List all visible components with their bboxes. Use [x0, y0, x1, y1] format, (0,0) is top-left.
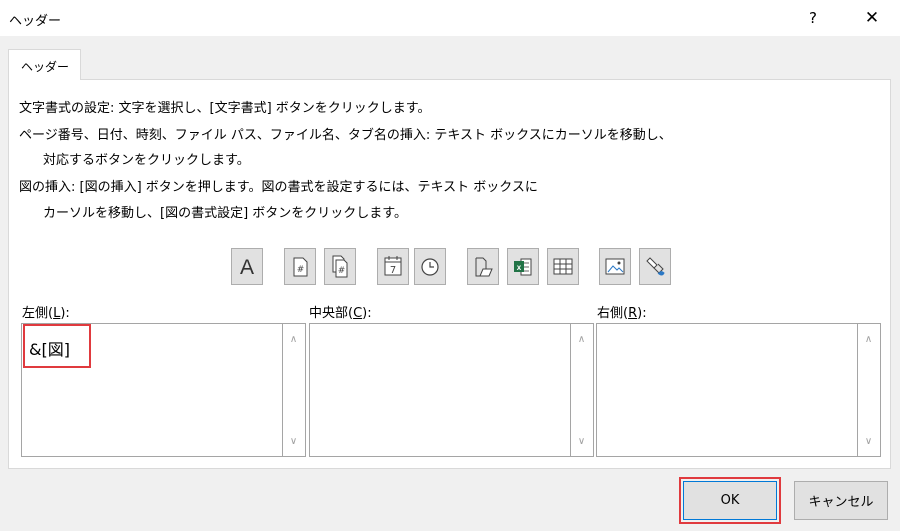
file-path-button[interactable] — [467, 248, 499, 285]
date-icon: 7 — [384, 256, 402, 276]
format-picture-icon — [646, 257, 665, 276]
dialog-title: ヘッダー — [9, 14, 62, 29]
file-path-icon — [475, 257, 493, 277]
close-button[interactable]: ✕ — [852, 2, 892, 34]
svg-text:#: # — [338, 266, 346, 276]
highlight-annotation — [23, 324, 91, 368]
title-bar: ヘッダー ? ✕ — [0, 0, 900, 36]
svg-text:A: A — [240, 256, 254, 279]
tab-header[interactable]: ヘッダー — [8, 49, 81, 80]
scroll-up-icon[interactable]: ∧ — [283, 330, 304, 348]
scroll-down-icon[interactable]: ∨ — [283, 432, 304, 450]
format-text-button[interactable]: A — [231, 248, 263, 285]
center-section-label: 中央部(C): — [309, 306, 372, 321]
help-button[interactable]: ? — [796, 2, 830, 34]
svg-text:x: x — [517, 263, 522, 272]
close-icon: ✕ — [864, 8, 880, 28]
page-number-button[interactable]: # — [284, 248, 316, 285]
left-section-label: 左側(L): — [22, 306, 70, 321]
number-of-pages-button[interactable]: # — [324, 248, 356, 285]
instruction-line-2: ページ番号、日付、時刻、ファイル パス、ファイル名、タブ名の挿入: テキスト ボ… — [19, 128, 672, 143]
scroll-down-icon[interactable]: ∨ — [858, 432, 879, 450]
sheet-name-icon — [553, 258, 573, 275]
right-section-label: 右側(R): — [597, 306, 647, 321]
svg-text:7: 7 — [390, 265, 396, 276]
center-scrollbar[interactable]: ∧ ∨ — [570, 324, 593, 456]
page-number-icon: # — [293, 257, 308, 277]
scroll-up-icon[interactable]: ∧ — [571, 330, 592, 348]
instruction-line-4: 図の挿入: [図の挿入] ボタンを押します。図の書式を設定するには、テキスト ボ… — [19, 180, 538, 195]
right-section-textbox[interactable]: ∧ ∨ — [596, 323, 881, 457]
scroll-up-icon[interactable]: ∧ — [858, 330, 879, 348]
insert-picture-button[interactable] — [599, 248, 631, 285]
format-picture-button[interactable] — [639, 248, 671, 285]
scroll-down-icon[interactable]: ∨ — [571, 432, 592, 450]
sheet-name-button[interactable] — [547, 248, 579, 285]
instruction-line-5: カーソルを移動し、[図の書式設定] ボタンをクリックします。 — [43, 206, 407, 221]
highlight-annotation — [679, 477, 781, 524]
help-icon: ? — [809, 9, 817, 27]
tab-header-label: ヘッダー — [21, 60, 70, 74]
time-button[interactable] — [414, 248, 446, 285]
insert-picture-icon — [605, 258, 625, 275]
number-of-pages-icon: # — [332, 255, 348, 278]
svg-text:#: # — [297, 265, 305, 275]
date-button[interactable]: 7 — [377, 248, 409, 285]
center-section-textbox[interactable]: ∧ ∨ — [309, 323, 594, 457]
right-scrollbar[interactable]: ∧ ∨ — [857, 324, 880, 456]
file-name-icon: x — [514, 258, 532, 276]
instruction-line-3: 対応するボタンをクリックします。 — [43, 153, 250, 168]
time-icon — [421, 258, 439, 276]
left-scrollbar[interactable]: ∧ ∨ — [282, 324, 305, 456]
format-text-icon: A — [240, 256, 254, 279]
cancel-button-label: キャンセル — [808, 495, 874, 510]
cancel-button[interactable]: キャンセル — [794, 481, 888, 520]
file-name-button[interactable]: x — [507, 248, 539, 285]
instruction-line-1: 文字書式の設定: 文字を選択し、[文字書式] ボタンをクリックします。 — [19, 101, 431, 116]
